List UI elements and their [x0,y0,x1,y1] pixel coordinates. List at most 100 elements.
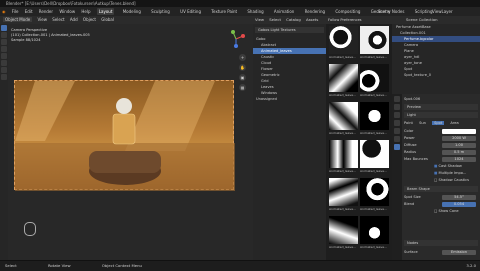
asset-label: Animated_leave... [360,131,387,135]
surface-field[interactable]: Emission [442,249,476,255]
select-tool-icon[interactable] [1,25,7,31]
viewport-menu-view[interactable]: View [37,17,47,22]
power-field[interactable]: 2000 W [442,135,476,141]
viewport-menu-object[interactable]: Object [83,17,96,22]
asset-thumbnail[interactable]: Animated_leave... [360,102,389,138]
menu-edit[interactable]: Edit [25,9,33,14]
scene-tab-icon[interactable] [394,120,400,126]
object-name[interactable]: Spot.006 [404,96,478,102]
light-tab-area[interactable]: Area [450,121,458,125]
preview-section[interactable]: Preview [404,104,478,110]
object-tab-icon[interactable] [394,136,400,142]
cursor-tool-icon[interactable] [1,32,7,38]
light-data-tab-icon[interactable] [394,144,400,150]
render-tab-icon[interactable] [394,104,400,110]
blender-logo-icon[interactable]: ◉ [2,9,6,14]
light-tab-sun[interactable]: Sun [419,121,426,125]
rotate-tool-icon[interactable] [1,46,7,52]
3d-viewport[interactable]: Camera Perspective (101) Collection.001 … [8,24,253,260]
grid-icon[interactable]: ▦ [239,84,246,91]
scene-selector[interactable]: Scene [378,7,390,16]
leaf-texture-preview [329,102,358,130]
outliner-row[interactable]: Spot_texture_0 [392,72,480,78]
light-section[interactable]: Light [404,112,478,118]
asset-thumbnail[interactable]: Animated_leave... [360,26,389,62]
asset-thumbnail[interactable]: Animated_leave... [329,64,358,100]
transform-orientation[interactable]: Global [101,17,114,22]
beam-shape-section[interactable]: Beam Shape [404,186,478,192]
light-color-swatch[interactable] [442,128,476,134]
light-tab-spot[interactable]: Spot [432,121,445,125]
catalog-unassigned[interactable]: Unassigned [253,96,326,102]
asset-menu-catalog[interactable]: Catalog [286,17,301,22]
outliner: Perfume AssetBase Collection.001 Perfume… [392,24,480,94]
leaf-texture-preview [329,64,358,92]
menu-file[interactable]: File [12,9,19,14]
measure-tool-icon[interactable] [1,74,7,80]
viewport-menu-add[interactable]: Add [70,17,78,22]
tab-modeling[interactable]: Modeling [121,8,143,15]
blend-label: Blend [404,202,415,206]
tool-tab-icon[interactable] [394,96,400,102]
menu-window[interactable]: Window [59,9,75,14]
world-tab-icon[interactable] [394,128,400,134]
leaf-texture-preview [360,64,389,92]
asset-library-dropdown[interactable]: Follow Preferences [326,16,392,24]
leaf-texture-preview [329,26,358,54]
outliner-title: Scene Collection [406,17,438,22]
menu-help[interactable]: Help [81,9,90,14]
asset-thumbnail[interactable]: Animated_leave... [360,216,389,252]
asset-label: Animated_leave... [329,245,356,249]
leaf-texture-preview [360,140,389,168]
tab-sculpting[interactable]: Sculpting [149,8,172,15]
surface-label: Surface [404,250,418,254]
asset-thumbnail[interactable]: Animated_leave... [329,178,358,214]
asset-thumbnail[interactable]: Animated_leave... [360,64,389,100]
asset-menu-view[interactable]: View [255,17,264,22]
asset-thumbnail[interactable]: Animated_leave... [360,140,389,176]
camera-icon[interactable]: ▣ [239,74,246,81]
move-tool-icon[interactable] [1,39,7,45]
toolbar [0,24,8,260]
output-tab-icon[interactable] [394,112,400,118]
radius-field[interactable]: 0.5 m [442,149,476,155]
asset-menu-select[interactable]: Select [269,17,281,22]
light-tab-point[interactable]: Point [404,121,413,125]
tab-animation[interactable]: Animation [272,8,296,15]
zoom-icon[interactable]: + [239,54,246,61]
asset-thumbnail[interactable]: Animated_leave... [329,26,358,62]
blend-field[interactable]: 0.054 [442,201,476,207]
asset-library-selector[interactable]: Gobos Light Textures [255,27,324,33]
view-layer-selector[interactable]: ViewLayer [432,7,453,16]
annotate-tool-icon[interactable] [1,67,7,73]
tab-compositing[interactable]: Compositing [333,8,362,15]
spot-size-field[interactable]: 54.5° [442,194,476,200]
tab-uv-editing[interactable]: UV Editing [178,8,203,15]
asset-thumbnail[interactable]: Animated_leave... [360,178,389,214]
axis-gizmo-icon[interactable] [227,30,245,48]
max-bounces-field[interactable]: 1024 [442,156,476,162]
pan-icon[interactable]: ✋ [239,64,246,71]
spot-size-label: Spot Size [404,195,421,199]
asset-thumbnail[interactable]: Animated_leave... [329,102,358,138]
transform-tool-icon[interactable] [1,60,7,66]
asset-menu-assets[interactable]: Assets [306,17,318,22]
light-type-tabs: Point Sun Spot Area [404,120,478,126]
diffuse-label: Diffuse [404,143,417,147]
shadow-caustics-label: Shadow Caustics [438,178,469,182]
viewport-menu-select[interactable]: Select [52,17,64,22]
tab-shading[interactable]: Shading [245,8,265,15]
asset-thumbnail[interactable]: Animated_leave... [329,216,358,252]
asset-thumbnail[interactable]: Animated_leave... [329,140,358,176]
tab-rendering[interactable]: Rendering [303,8,327,15]
tab-layout[interactable]: Layout [96,8,115,15]
asset-browser-header: View Select Catalog Assets [253,16,334,24]
object-mode-dropdown[interactable]: Object Mode [3,17,33,22]
leaf-texture-preview [329,140,358,168]
diffuse-field[interactable]: 1.00 [442,142,476,148]
scale-tool-icon[interactable] [1,53,7,59]
menu-bar: ◉ File Edit Render Window Help Layout Mo… [0,7,480,16]
menu-render[interactable]: Render [39,9,53,14]
tab-texture-paint[interactable]: Texture Paint [209,8,239,15]
nodes-section[interactable]: Nodes [404,240,478,246]
